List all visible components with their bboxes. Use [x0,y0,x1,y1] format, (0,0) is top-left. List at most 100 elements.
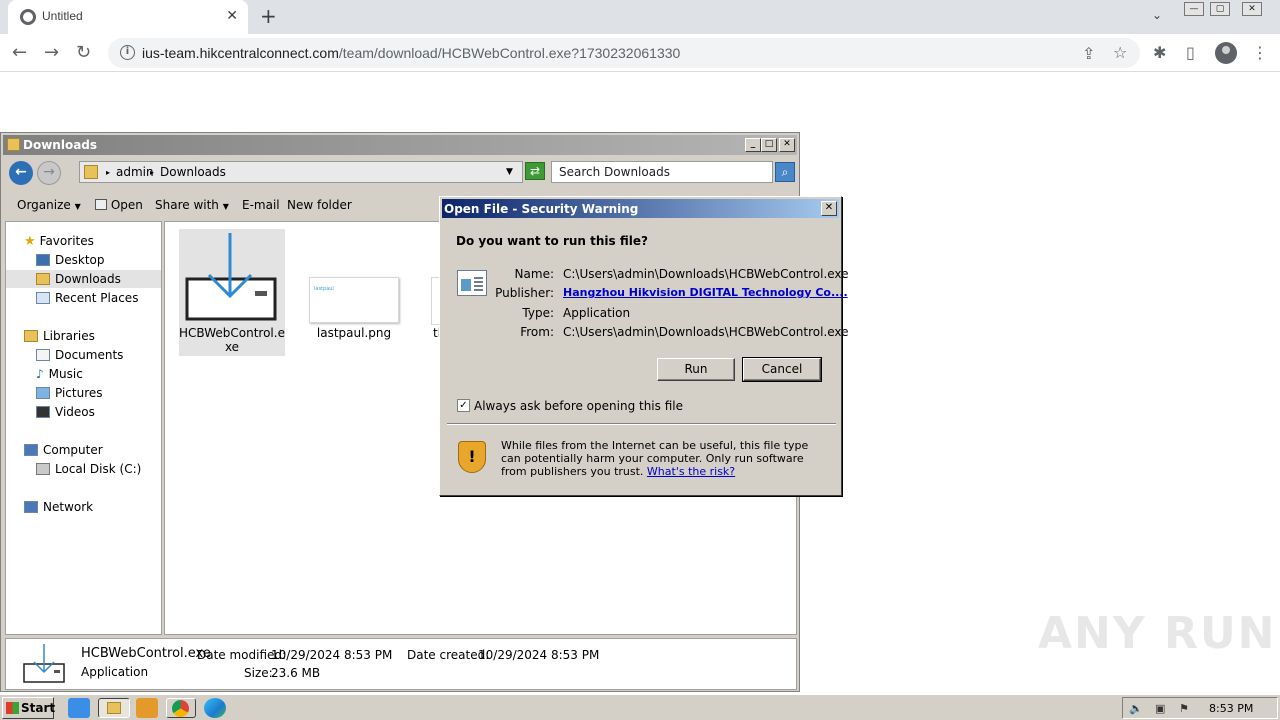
breadcrumb-downloads[interactable]: Downloads [160,165,226,179]
menu-icon[interactable]: ⋮ [1252,43,1268,62]
dialog-close-button[interactable]: ✕ [821,201,837,216]
chevron-down-icon: ▼ [222,202,229,211]
star-icon: ★ [24,234,36,249]
cancel-button[interactable]: Cancel [742,357,822,382]
date-created-value: 10/29/2024 8:53 PM [478,648,600,662]
profile-avatar-icon[interactable] [1215,42,1237,64]
explorer-taskbar-button[interactable] [98,698,130,718]
file-name: HCBWebControl.exe [179,326,285,354]
folder-icon [107,702,121,714]
nav-label: Documents [55,348,124,362]
forward-button[interactable]: → [44,42,59,63]
downloads-folder-icon [36,273,50,285]
chrome-taskbar-button[interactable] [166,698,196,718]
nav-computer[interactable]: Computer [24,443,103,457]
nav-label: Favorites [39,234,94,248]
file-item-lastpaul[interactable]: lastpaul lastpaul.png [301,229,407,356]
explorer-address-bar[interactable]: ▸ admin ▸ Downloads ▼ [79,161,523,183]
explorer-title: Downloads [23,138,98,152]
computer-icon [24,444,38,456]
edge-icon[interactable] [204,698,226,718]
explorer-address-row: ← → ▸ admin ▸ Downloads ▼ ⇄ Search Downl… [3,157,797,187]
dialog-title: Open File - Security Warning [444,202,639,216]
email-button[interactable]: E-mail [242,198,280,212]
nav-label: Desktop [55,253,105,267]
side-panel-icon[interactable]: ▯ [1186,43,1195,62]
explorer-minimize-button[interactable]: _ [745,138,761,152]
nav-downloads[interactable]: Downloads [36,272,121,286]
type-label: Type: [522,306,554,320]
address-bar[interactable]: i ius-team.hikcentralconnect.com/team/do… [108,38,1140,68]
explorer-forward-button[interactable]: → [37,161,61,185]
publisher-label: Publisher: [495,286,554,300]
nav-local-disk[interactable]: Local Disk (C:) [36,462,141,476]
shield-warning-icon: ! [458,441,486,473]
tab-close-icon[interactable]: ✕ [226,8,238,24]
action-center-flag-icon[interactable]: ⚑ [1179,702,1189,715]
nav-pictures[interactable]: Pictures [36,386,103,400]
breadcrumb-admin[interactable]: admin [116,165,154,179]
explorer-back-button[interactable]: ← [9,161,33,185]
nav-videos[interactable]: Videos [36,405,95,419]
chevron-right-icon: ▸ [106,168,111,177]
internet-explorer-icon[interactable] [68,698,90,718]
network-icon [24,501,38,513]
file-name: lastpaul.png [316,326,392,340]
tab-search-icon[interactable]: ⌄ [1152,8,1162,22]
chevron-right-icon: ▸ [150,168,155,177]
maximize-button[interactable]: ▢ [1210,2,1230,16]
url-text: ius-team.hikcentralconnect.com/team/down… [142,45,680,61]
explorer-titlebar: Downloads _ □ ✕ [3,135,797,155]
bookmark-star-icon[interactable]: ☆ [1113,43,1127,62]
open-button[interactable]: Open [95,198,143,212]
new-tab-button[interactable]: + [260,4,277,28]
close-window-button[interactable]: ✕ [1242,2,1262,16]
new-folder-button[interactable]: New folder [287,198,352,212]
folder-icon [7,138,20,151]
clock[interactable]: 8:53 PM [1209,702,1253,715]
publisher-link[interactable]: Hangzhou Hikvision DIGITAL Technology Co… [563,286,848,299]
chevron-down-icon[interactable]: ▼ [506,167,513,177]
nav-recent-places[interactable]: Recent Places [36,291,138,305]
media-player-icon[interactable] [136,698,158,718]
nav-label: Computer [43,443,103,457]
network-tray-icon[interactable]: ▣ [1155,702,1165,715]
taskbar: Start 🔈 ▣ ⚑ 8:53 PM [0,694,1280,720]
nav-favorites[interactable]: ★ Favorites [24,234,94,249]
extensions-icon[interactable]: ✱ [1153,43,1166,62]
reload-button[interactable]: ↻ [76,42,91,63]
run-button[interactable]: Run [657,358,735,381]
nav-label: Libraries [43,329,95,343]
search-input[interactable]: Search Downloads [551,161,773,183]
explorer-close-button[interactable]: ✕ [779,138,795,152]
nav-libraries[interactable]: Libraries [24,329,95,343]
nav-network[interactable]: Network [24,500,93,514]
file-item-hcbwebcontrol[interactable]: HCBWebControl.exe [179,229,285,356]
globe-icon [20,9,36,25]
back-button[interactable]: ← [12,42,27,63]
start-label: Start [21,701,56,715]
dialog-titlebar: Open File - Security Warning ✕ [442,199,839,218]
nav-music[interactable]: ♪ Music [36,367,83,381]
nav-label: Recent Places [55,291,139,305]
minimize-button[interactable]: — [1184,2,1204,16]
risk-link[interactable]: What's the risk? [647,465,735,478]
browser-tab[interactable]: Untitled ✕ [8,0,248,34]
always-ask-checkbox[interactable]: ✓ [457,399,470,412]
explorer-maximize-button[interactable]: □ [761,138,777,152]
share-with-menu[interactable]: Share with ▼ [155,198,229,212]
share-icon[interactable]: ⇪ [1082,44,1095,63]
recent-places-icon [36,292,50,304]
search-icon[interactable]: ⌕ [775,162,795,182]
nav-documents[interactable]: Documents [36,348,123,362]
volume-icon[interactable]: 🔈 [1129,702,1143,715]
info-icon[interactable]: i [120,45,135,60]
security-warning-dialog: Open File - Security Warning ✕ Do you wa… [439,196,849,496]
start-button[interactable]: Start [2,697,56,719]
search-placeholder: Search Downloads [559,165,670,179]
dialog-divider [447,423,836,425]
browser-tab-bar: Untitled ✕ + ⌄ — ▢ ✕ [0,0,1280,34]
organize-menu[interactable]: Organize ▼ [17,198,81,212]
refresh-icon[interactable]: ⇄ [525,162,545,180]
nav-desktop[interactable]: Desktop [36,253,105,267]
